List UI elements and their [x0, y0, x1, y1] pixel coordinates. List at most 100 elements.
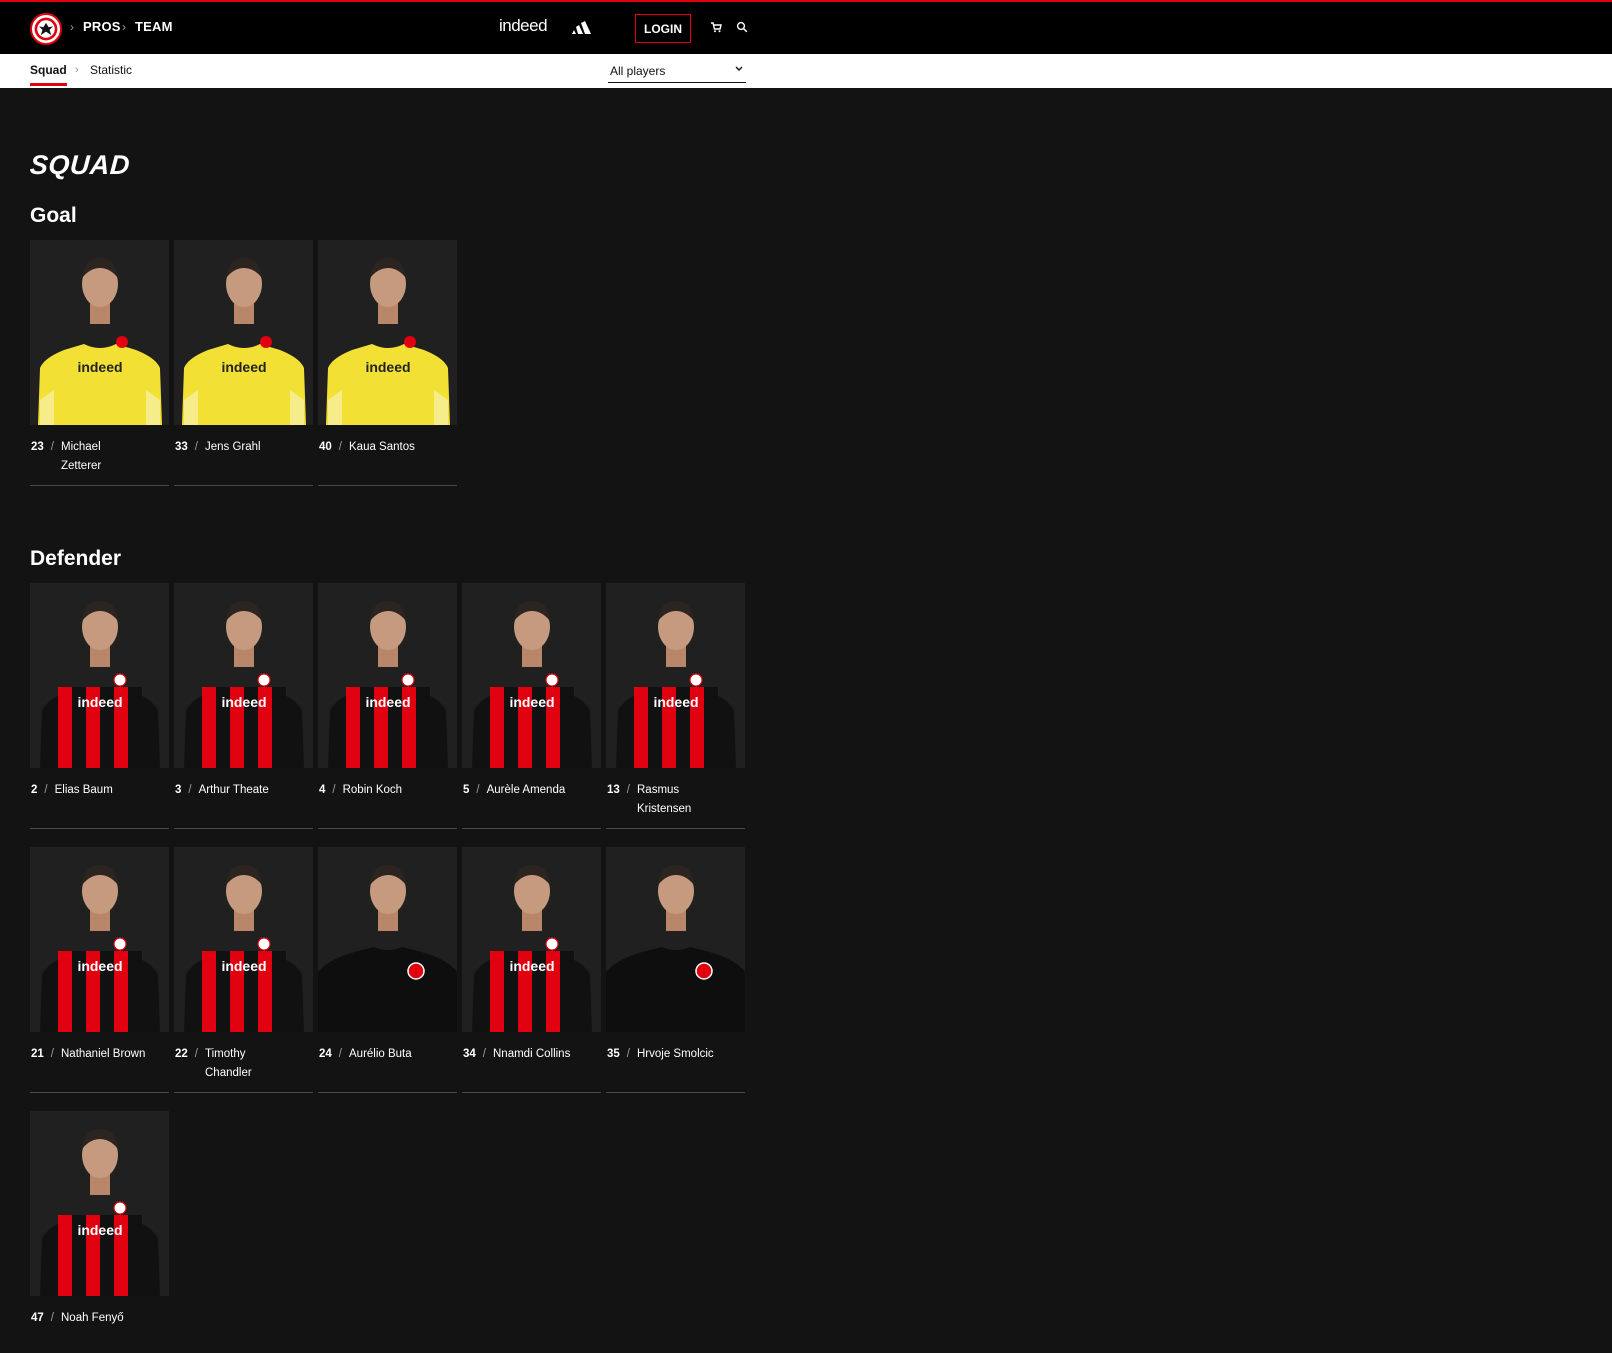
player-number: 35 [607, 1048, 620, 1060]
player-card[interactable]: indeed 21 / Nathaniel Brown [30, 847, 169, 1093]
player-label: 21 / Nathaniel Brown [31, 1045, 169, 1064]
player-photo[interactable]: indeed [174, 240, 313, 425]
player-label: 23 / Michael Zetterer [31, 438, 169, 476]
player-photo[interactable]: indeed [30, 1111, 169, 1296]
player-name[interactable]: Robin Koch [343, 781, 402, 800]
player-first-name: Noah Fenyő [61, 1312, 124, 1324]
player-photo[interactable]: indeed [318, 240, 457, 425]
svg-text:indeed: indeed [365, 359, 410, 375]
player-card[interactable]: indeed 47 / Noah Fenyő [30, 1111, 169, 1353]
section-title-defender: Defender [30, 547, 122, 570]
player-first-name: Hrvoje Smolcic [637, 1048, 714, 1060]
player-photo[interactable]: indeed [30, 240, 169, 425]
section-title-goal: Goal [30, 204, 77, 227]
svg-text:indeed: indeed [77, 958, 122, 974]
tab-separator: › [75, 64, 79, 76]
player-filter-select[interactable]: All players [608, 60, 746, 83]
player-photo[interactable] [606, 847, 745, 1032]
player-number: 34 [463, 1048, 476, 1060]
label-separator: / [188, 784, 192, 796]
card-divider [462, 1092, 601, 1093]
tab-statistic[interactable]: Statistic [90, 63, 132, 77]
player-first-name: Nnamdi Collins [493, 1048, 571, 1060]
player-photo[interactable]: indeed [174, 847, 313, 1032]
player-number: 47 [31, 1312, 44, 1324]
chevron-down-icon [735, 66, 743, 71]
cart-icon[interactable] [710, 21, 722, 33]
breadcrumb-pros[interactable]: PROS [83, 19, 121, 34]
player-first-name: Michael [61, 441, 101, 453]
player-first-name: Aurélio Buta [349, 1048, 412, 1060]
svg-text:indeed: indeed [221, 958, 266, 974]
label-separator: / [476, 784, 480, 796]
player-first-name: Arthur Theate [198, 784, 269, 796]
player-name[interactable]: Jens Grahl [205, 438, 261, 457]
label-separator: / [50, 1048, 54, 1060]
card-divider [606, 1092, 745, 1093]
top-navigation: › PROS › TEAM indeed LOGIN [0, 0, 1612, 54]
login-button[interactable]: LOGIN [635, 14, 691, 43]
sub-navigation: Squad › Statistic All players [0, 54, 1612, 88]
label-separator: / [626, 784, 630, 796]
player-card[interactable]: 35 / Hrvoje Smolcic [606, 847, 745, 1093]
player-label: 40 / Kaua Santos [319, 438, 457, 457]
player-first-name: Timothy [205, 1048, 246, 1060]
breadcrumb-team[interactable]: TEAM [135, 19, 173, 34]
svg-text:indeed: indeed [509, 694, 554, 710]
label-separator: / [44, 784, 48, 796]
player-card[interactable]: indeed 5 / Aurèle Amenda [462, 583, 601, 829]
player-name[interactable]: Nathaniel Brown [61, 1045, 145, 1064]
player-name[interactable]: Hrvoje Smolcic [637, 1045, 714, 1064]
player-photo[interactable]: indeed [30, 847, 169, 1032]
tab-squad[interactable]: Squad [30, 63, 67, 86]
player-card[interactable]: indeed 23 / Michael Zetterer [30, 240, 169, 486]
player-number: 22 [175, 1048, 188, 1060]
player-photo[interactable] [318, 847, 457, 1032]
adidas-logo-icon[interactable] [571, 20, 593, 36]
player-name[interactable]: Aurèle Amenda [487, 781, 566, 800]
player-first-name: Nathaniel Brown [61, 1048, 146, 1060]
sponsor-indeed-logo[interactable]: indeed [499, 16, 548, 36]
player-label: 33 / Jens Grahl [175, 438, 313, 457]
player-name[interactable]: Nnamdi Collins [493, 1045, 570, 1064]
card-divider [606, 828, 745, 829]
player-card[interactable]: indeed 3 / Arthur Theate [174, 583, 313, 829]
club-logo-icon[interactable] [30, 13, 62, 45]
player-card[interactable]: indeed 33 / Jens Grahl [174, 240, 313, 486]
player-photo[interactable]: indeed [30, 583, 169, 768]
label-separator: / [50, 441, 54, 453]
svg-text:indeed: indeed [221, 359, 266, 375]
player-photo[interactable]: indeed [318, 583, 457, 768]
player-name[interactable]: Arthur Theate [199, 781, 269, 800]
player-label: 4 / Robin Koch [319, 781, 457, 800]
player-number: 5 [463, 784, 470, 796]
label-separator: / [338, 441, 342, 453]
svg-text:indeed: indeed [365, 694, 410, 710]
player-photo[interactable]: indeed [462, 847, 601, 1032]
player-label: 24 / Aurélio Buta [319, 1045, 457, 1064]
player-photo[interactable]: indeed [606, 583, 745, 768]
player-name[interactable]: Timothy Chandler [205, 1045, 252, 1083]
search-icon[interactable] [736, 21, 748, 33]
svg-text:indeed: indeed [653, 694, 698, 710]
player-name[interactable]: Elias Baum [55, 781, 113, 800]
player-photo[interactable]: indeed [174, 583, 313, 768]
label-separator: / [50, 1312, 54, 1324]
player-card[interactable]: indeed 13 / Rasmus Kristensen [606, 583, 745, 829]
player-name[interactable]: Kaua Santos [349, 438, 415, 457]
player-photo[interactable]: indeed [462, 583, 601, 768]
card-divider [174, 1092, 313, 1093]
player-card[interactable]: indeed 34 / Nnamdi Collins [462, 847, 601, 1093]
player-name[interactable]: Rasmus Kristensen [637, 781, 691, 819]
player-card[interactable]: 24 / Aurélio Buta [318, 847, 457, 1093]
player-card[interactable]: indeed 22 / Timothy Chandler [174, 847, 313, 1093]
player-card[interactable]: indeed 4 / Robin Koch [318, 583, 457, 829]
card-divider [462, 828, 601, 829]
player-name[interactable]: Noah Fenyő [61, 1309, 124, 1328]
player-card[interactable]: indeed 40 / Kaua Santos [318, 240, 457, 486]
player-card[interactable]: indeed 2 / Elias Baum [30, 583, 169, 829]
breadcrumb-separator: › [122, 20, 126, 34]
player-name[interactable]: Michael Zetterer [61, 438, 101, 476]
player-label: 22 / Timothy Chandler [175, 1045, 313, 1083]
player-name[interactable]: Aurélio Buta [349, 1045, 412, 1064]
